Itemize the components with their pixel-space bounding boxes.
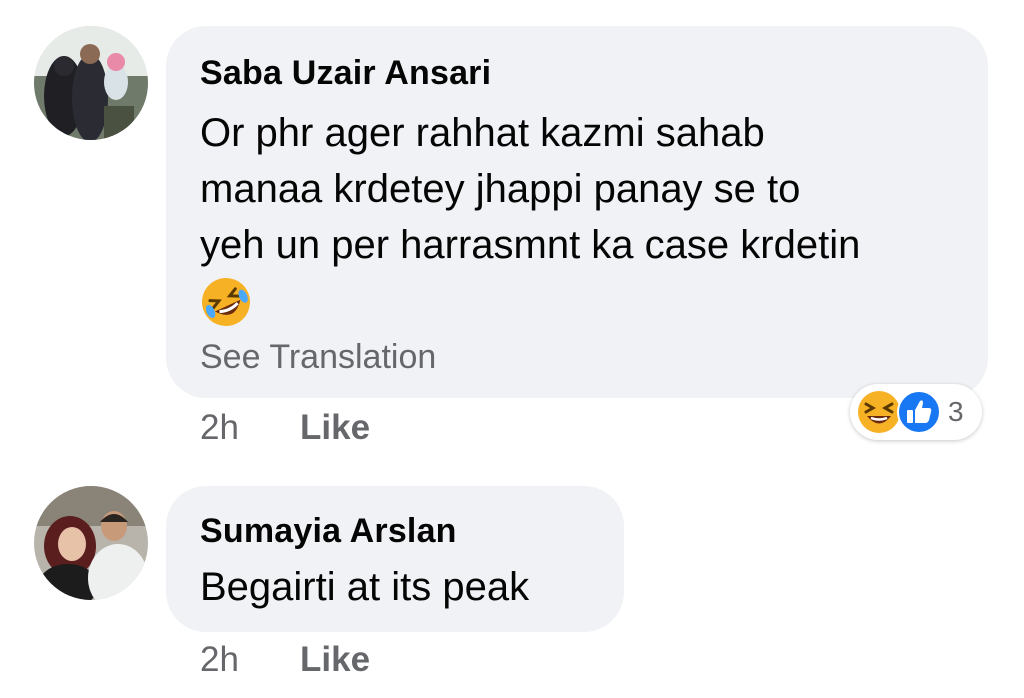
like-reaction-icon [897,390,941,434]
comment-text-line: Begairti at its peak [200,565,530,609]
comment-text-line: manaa krdetey jhappi panay se to [200,167,801,211]
avatar[interactable] [34,486,148,600]
comment-timestamp[interactable]: 2h [200,408,239,448]
comment-text-line: Or phr ager rahhat kazmi sahab [200,111,765,155]
comment-author[interactable]: Sumayia Arslan [200,512,457,551]
reactions-summary[interactable]: 3 [850,384,982,440]
comment-text-line: yeh un per harrasmnt ka case krdetin [200,223,861,267]
comments-thread: Saba Uzair Ansari Or phr ager rahhat kaz… [0,0,1024,698]
like-button[interactable]: Like [300,408,370,448]
avatar[interactable] [34,26,148,140]
comment-timestamp[interactable]: 2h [200,640,239,680]
see-translation-link[interactable]: See Translation [200,338,436,377]
like-button[interactable]: Like [300,640,370,680]
reaction-count: 3 [948,396,964,427]
rolling-on-floor-laughing-icon [200,276,252,328]
comment-author[interactable]: Saba Uzair Ansari [200,54,491,93]
